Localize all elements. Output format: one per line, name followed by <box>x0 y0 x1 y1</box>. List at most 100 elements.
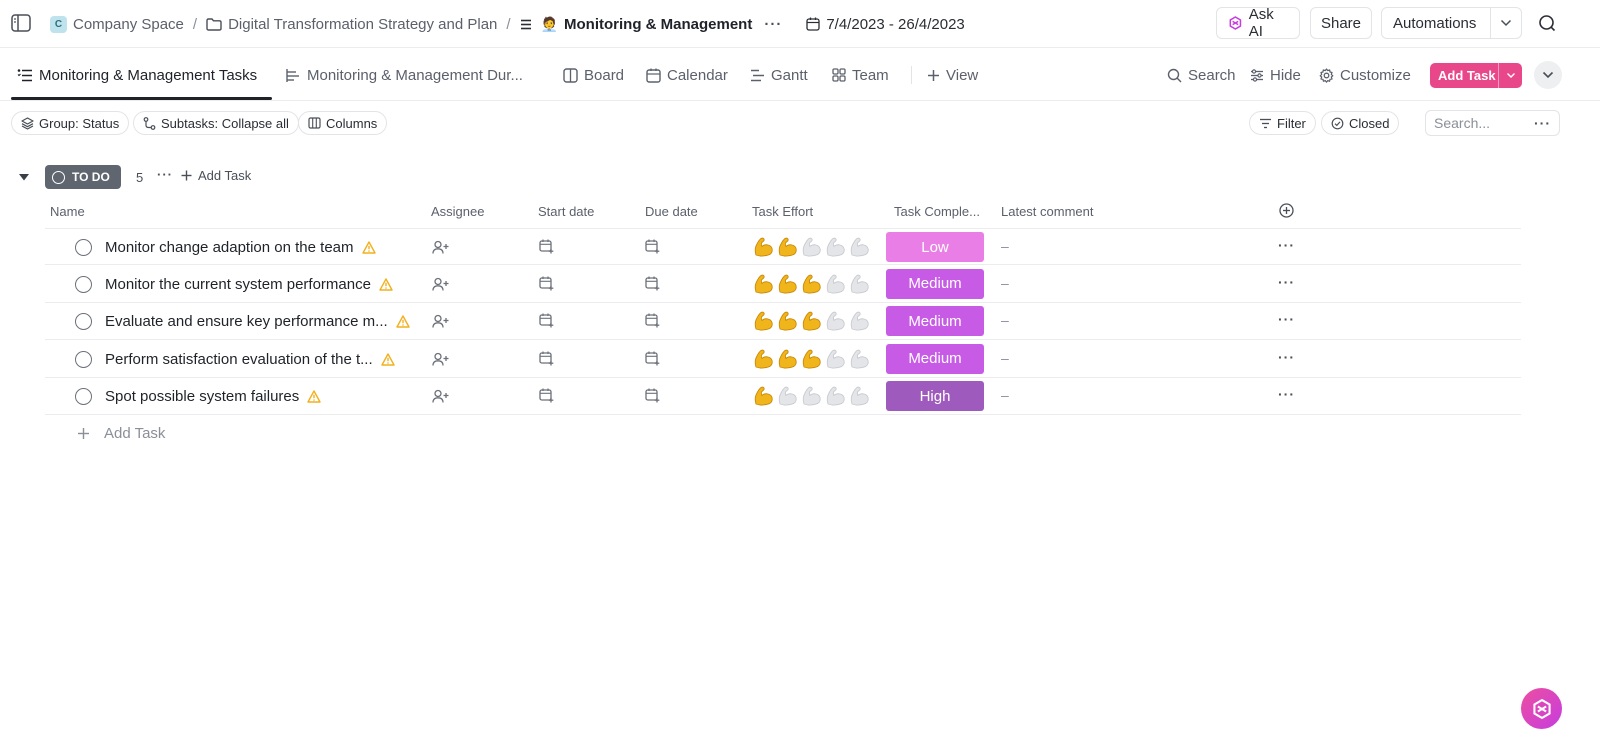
column-header-task-completion[interactable]: Task Comple... <box>894 204 980 219</box>
effort-flexed-arm-icon[interactable] <box>752 385 776 407</box>
start-date-icon[interactable] <box>539 351 554 366</box>
effort-flexed-arm-icon[interactable] <box>752 348 776 370</box>
effort-empty-arm-icon[interactable] <box>824 310 848 332</box>
latest-comment[interactable]: – <box>1001 350 1009 366</box>
group-by-chip[interactable]: Group: Status <box>11 111 130 135</box>
effort-flexed-arm-icon[interactable] <box>776 348 800 370</box>
start-date-icon[interactable] <box>539 239 554 254</box>
search-icon[interactable] <box>1538 14 1556 32</box>
task-status-checkbox[interactable] <box>75 239 92 256</box>
start-date-icon[interactable] <box>539 388 554 403</box>
search-options-button[interactable]: ··· <box>1534 115 1551 131</box>
latest-comment[interactable]: – <box>1001 275 1009 291</box>
row-more-button[interactable]: ··· <box>1278 274 1295 290</box>
effort-flexed-arm-icon[interactable] <box>752 236 776 258</box>
assign-user-icon[interactable] <box>432 389 449 404</box>
automations-dropdown[interactable] <box>1490 8 1521 38</box>
effort-flexed-arm-icon[interactable] <box>776 273 800 295</box>
assign-user-icon[interactable] <box>432 352 449 367</box>
effort-flexed-arm-icon[interactable] <box>776 310 800 332</box>
subtasks-chip[interactable]: Subtasks: Collapse all <box>133 111 299 135</box>
table-row[interactable]: Evaluate and ensure key performance m...… <box>45 303 1521 340</box>
collapse-toolbar-button[interactable] <box>1534 61 1562 89</box>
effort-empty-arm-icon[interactable] <box>824 273 848 295</box>
customize-button[interactable]: Customize <box>1319 49 1411 101</box>
start-date-icon[interactable] <box>539 313 554 328</box>
column-header-start-date[interactable]: Start date <box>538 204 594 219</box>
space-avatar[interactable]: C <box>50 15 67 33</box>
task-effort-rating[interactable] <box>752 310 872 332</box>
task-completion-badge[interactable]: Low <box>886 232 984 262</box>
effort-empty-arm-icon[interactable] <box>824 385 848 407</box>
due-date-icon[interactable] <box>645 351 660 366</box>
tab-calendar[interactable]: Calendar <box>646 49 728 101</box>
effort-flexed-arm-icon[interactable] <box>800 310 824 332</box>
due-date-icon[interactable] <box>645 313 660 328</box>
task-status-checkbox[interactable] <box>75 313 92 330</box>
assign-user-icon[interactable] <box>432 277 449 292</box>
task-effort-rating[interactable] <box>752 385 872 407</box>
column-header-due-date[interactable]: Due date <box>645 204 698 219</box>
task-name[interactable]: Monitor the current system performance <box>105 276 393 293</box>
due-date-icon[interactable] <box>645 239 660 254</box>
effort-empty-arm-icon[interactable] <box>848 236 872 258</box>
task-completion-badge[interactable]: Medium <box>886 343 984 374</box>
task-name[interactable]: Monitor change adaption on the team <box>105 239 376 256</box>
task-status-checkbox[interactable] <box>75 350 92 368</box>
task-name[interactable]: Spot possible system failures <box>105 388 321 405</box>
effort-empty-arm-icon[interactable] <box>848 310 872 332</box>
due-date-icon[interactable] <box>645 276 660 291</box>
latest-comment[interactable]: – <box>1001 312 1009 328</box>
tab-team[interactable]: Team <box>832 49 889 101</box>
effort-flexed-arm-icon[interactable] <box>776 236 800 258</box>
tab-monitoring-tasks[interactable]: Monitoring & Management Tasks <box>17 49 257 101</box>
effort-empty-arm-icon[interactable] <box>848 273 872 295</box>
share-button[interactable]: Share <box>1310 7 1372 39</box>
add-column-icon[interactable] <box>1279 203 1294 218</box>
effort-flexed-arm-icon[interactable] <box>752 273 776 295</box>
tab-gantt[interactable]: Gantt <box>750 49 808 101</box>
effort-empty-arm-icon[interactable] <box>800 385 824 407</box>
tab-board[interactable]: Board <box>563 49 624 101</box>
row-more-button[interactable]: ··· <box>1278 386 1295 402</box>
filter-chip[interactable]: Filter <box>1249 111 1316 135</box>
breadcrumb-folder[interactable]: Digital Transformation Strategy and Plan <box>228 16 497 33</box>
start-date-icon[interactable] <box>539 276 554 291</box>
table-row[interactable]: Monitor the current system performance M… <box>45 266 1521 303</box>
effort-empty-arm-icon[interactable] <box>824 348 848 370</box>
ask-ai-button[interactable]: Ask AI <box>1216 6 1300 40</box>
automations-button[interactable]: Automations <box>1381 7 1522 39</box>
task-effort-rating[interactable] <box>752 236 872 258</box>
table-row[interactable]: Monitor change adaption on the team Low … <box>45 228 1521 265</box>
effort-flexed-arm-icon[interactable] <box>800 273 824 295</box>
search-box[interactable]: ··· <box>1425 110 1560 136</box>
task-name[interactable]: Evaluate and ensure key performance m... <box>105 313 410 330</box>
sidebar-toggle-icon[interactable] <box>11 14 31 32</box>
task-status-checkbox[interactable] <box>75 388 92 405</box>
latest-comment[interactable]: – <box>1001 387 1009 403</box>
column-header-name[interactable]: Name <box>50 204 85 219</box>
columns-chip[interactable]: Columns <box>298 111 388 135</box>
closed-chip[interactable]: Closed <box>1321 111 1400 135</box>
task-completion-badge[interactable]: High <box>886 381 984 411</box>
date-range[interactable]: 7/4/2023 - 26/4/2023 <box>806 16 965 33</box>
breadcrumb-list[interactable]: Monitoring & Management <box>564 16 752 33</box>
effort-flexed-arm-icon[interactable] <box>752 310 776 332</box>
tab-monitoring-duration[interactable]: Monitoring & Management Dur... <box>285 49 523 101</box>
ai-assistant-button[interactable] <box>1521 688 1562 729</box>
task-effort-rating[interactable] <box>752 273 872 295</box>
row-more-button[interactable]: ··· <box>1278 349 1295 365</box>
column-header-task-effort[interactable]: Task Effort <box>752 204 813 219</box>
group-more-button[interactable]: ··· <box>157 167 173 182</box>
status-badge[interactable]: TO DO <box>45 165 121 189</box>
task-name[interactable]: Perform satisfaction evaluation of the t… <box>105 351 395 368</box>
search-input[interactable] <box>1434 115 1530 131</box>
group-add-task-button[interactable]: Add Task <box>181 168 251 183</box>
breadcrumb-space[interactable]: Company Space <box>73 16 184 33</box>
effort-empty-arm-icon[interactable] <box>800 236 824 258</box>
task-completion-badge[interactable]: Medium <box>886 268 984 299</box>
assign-user-icon[interactable] <box>432 314 449 329</box>
effort-empty-arm-icon[interactable] <box>776 385 800 407</box>
hide-button[interactable]: Hide <box>1250 49 1301 101</box>
effort-empty-arm-icon[interactable] <box>824 236 848 258</box>
